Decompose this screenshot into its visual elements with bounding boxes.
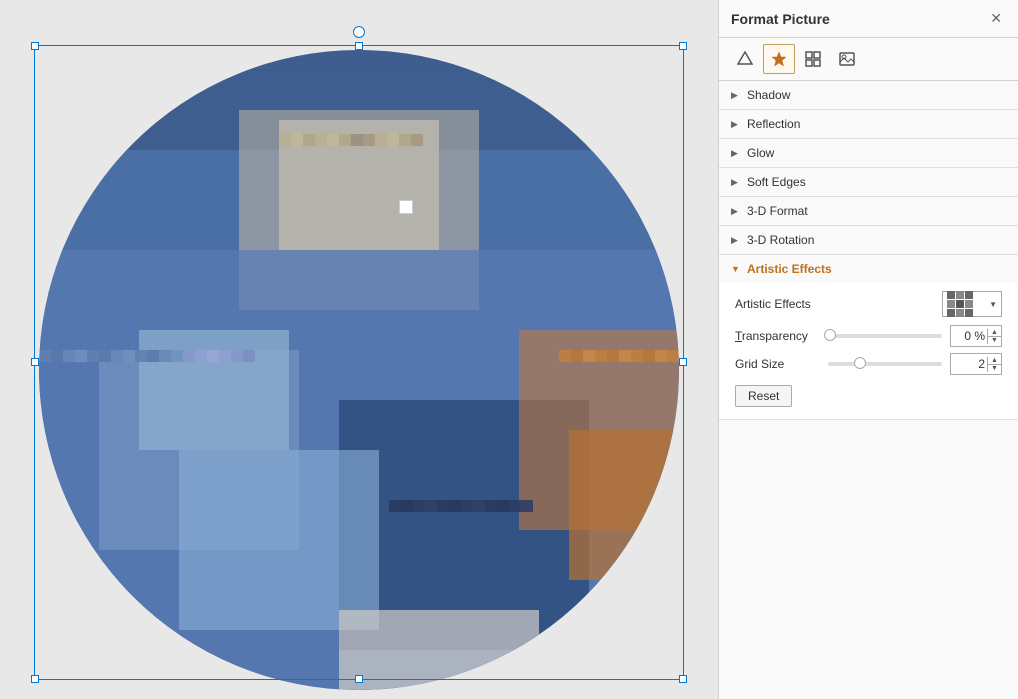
handle-top-right[interactable] [679, 42, 687, 50]
shadow-arrow-icon: ▶ [731, 90, 741, 101]
handle-middle-left[interactable] [31, 358, 39, 366]
accordion-shadow: ▶ Shadow [719, 81, 1018, 110]
accordion-glow-header[interactable]: ▶ Glow [719, 139, 1018, 167]
grid-size-label: Grid Size [735, 357, 820, 371]
handle-top-left[interactable] [31, 42, 39, 50]
transparency-thumb[interactable] [824, 329, 836, 341]
soft-edges-label: Soft Edges [747, 175, 806, 189]
tab-effects[interactable] [763, 44, 795, 74]
artistic-effects-dropdown[interactable]: ▼ [942, 291, 1002, 317]
panel-title: Format Picture [731, 11, 830, 27]
white-square [399, 200, 413, 214]
accordion-artistic-effects-header[interactable]: ▼ Artistic Effects [719, 255, 1018, 283]
accordion-reflection: ▶ Reflection [719, 110, 1018, 139]
image-container [24, 15, 694, 685]
transparency-value-box: 0 % ▲ ▼ [950, 325, 1002, 347]
right-panel: Format Picture ✕ [718, 0, 1018, 699]
panel-close-button[interactable]: ✕ [986, 8, 1006, 29]
reset-button[interactable]: Reset [735, 385, 792, 407]
panel-content: ▶ Shadow ▶ Reflection ▶ Glow ▶ Soft Edge… [719, 81, 1018, 699]
tab-picture[interactable] [831, 44, 863, 74]
grid-size-value: 2 [951, 357, 987, 371]
3d-rotation-arrow-icon: ▶ [731, 235, 741, 246]
canvas-area [0, 0, 718, 699]
handle-bottom-right[interactable] [679, 675, 687, 683]
accordion-3d-rotation: ▶ 3-D Rotation [719, 226, 1018, 255]
3d-format-label: 3-D Format [747, 204, 808, 218]
artistic-effects-body: Artistic Effects [719, 283, 1018, 419]
dropdown-arrow-icon: ▼ [989, 300, 997, 309]
tab-icons-bar [719, 38, 1018, 81]
shadow-label: Shadow [747, 88, 790, 102]
picture-icon [839, 51, 855, 67]
transparency-spinners: ▲ ▼ [987, 329, 1001, 344]
fill-line-icon [737, 51, 753, 67]
grid-size-row: Grid Size 2 ▲ ▼ [735, 353, 1002, 375]
accordion-3d-format-header[interactable]: ▶ 3-D Format [719, 197, 1018, 225]
handle-bottom-left[interactable] [31, 675, 39, 683]
rotate-handle[interactable] [353, 26, 365, 38]
accordion-shadow-header[interactable]: ▶ Shadow [719, 81, 1018, 109]
grid-size-spinner-up[interactable]: ▲ [988, 357, 1001, 365]
accordion-3d-format: ▶ 3-D Format [719, 197, 1018, 226]
grid-size-thumb[interactable] [854, 357, 866, 369]
transparency-spinner-down[interactable]: ▼ [988, 337, 1001, 344]
grid-size-spinners: ▲ ▼ [987, 357, 1001, 372]
tab-size-properties[interactable] [797, 44, 829, 74]
circle-image [39, 50, 679, 690]
soft-edges-arrow-icon: ▶ [731, 177, 741, 188]
accordion-soft-edges-header[interactable]: ▶ Soft Edges [719, 168, 1018, 196]
grid-size-slider[interactable] [828, 362, 942, 366]
accordion-3d-rotation-header[interactable]: ▶ 3-D Rotation [719, 226, 1018, 254]
artistic-effects-label: Artistic Effects [747, 262, 832, 276]
handle-top-center[interactable] [355, 42, 363, 50]
transparency-spinner-up[interactable]: ▲ [988, 329, 1001, 337]
accordion-artistic-effects: ▼ Artistic Effects Artistic Effects [719, 255, 1018, 420]
reflection-label: Reflection [747, 117, 800, 131]
glow-label: Glow [747, 146, 774, 160]
grid-size-spinner-down[interactable]: ▼ [988, 365, 1001, 372]
transparency-label: Transparency [735, 329, 820, 343]
3d-rotation-label: 3-D Rotation [747, 233, 814, 247]
artistic-effects-arrow-icon: ▼ [731, 264, 741, 274]
transparency-value: 0 % [951, 329, 987, 343]
transparency-slider[interactable] [828, 334, 942, 338]
effects-icon [771, 51, 787, 67]
panel-title-bar: Format Picture ✕ [719, 0, 1018, 38]
reflection-arrow-icon: ▶ [731, 119, 741, 130]
handle-middle-right[interactable] [679, 358, 687, 366]
tab-fill-line[interactable] [729, 44, 761, 74]
grid-size-value-box: 2 ▲ ▼ [950, 353, 1002, 375]
artistic-effects-grid-icon [947, 291, 973, 317]
glow-arrow-icon: ▶ [731, 148, 741, 159]
3d-format-arrow-icon: ▶ [731, 206, 741, 217]
accordion-glow: ▶ Glow [719, 139, 1018, 168]
size-properties-icon [805, 51, 821, 67]
accordion-soft-edges: ▶ Soft Edges [719, 168, 1018, 197]
accordion-reflection-header[interactable]: ▶ Reflection [719, 110, 1018, 138]
artistic-effects-picker-row: Artistic Effects [735, 291, 1002, 317]
artistic-effects-picker-label: Artistic Effects [735, 297, 942, 311]
transparency-row: Transparency 0 % ▲ ▼ [735, 325, 1002, 347]
